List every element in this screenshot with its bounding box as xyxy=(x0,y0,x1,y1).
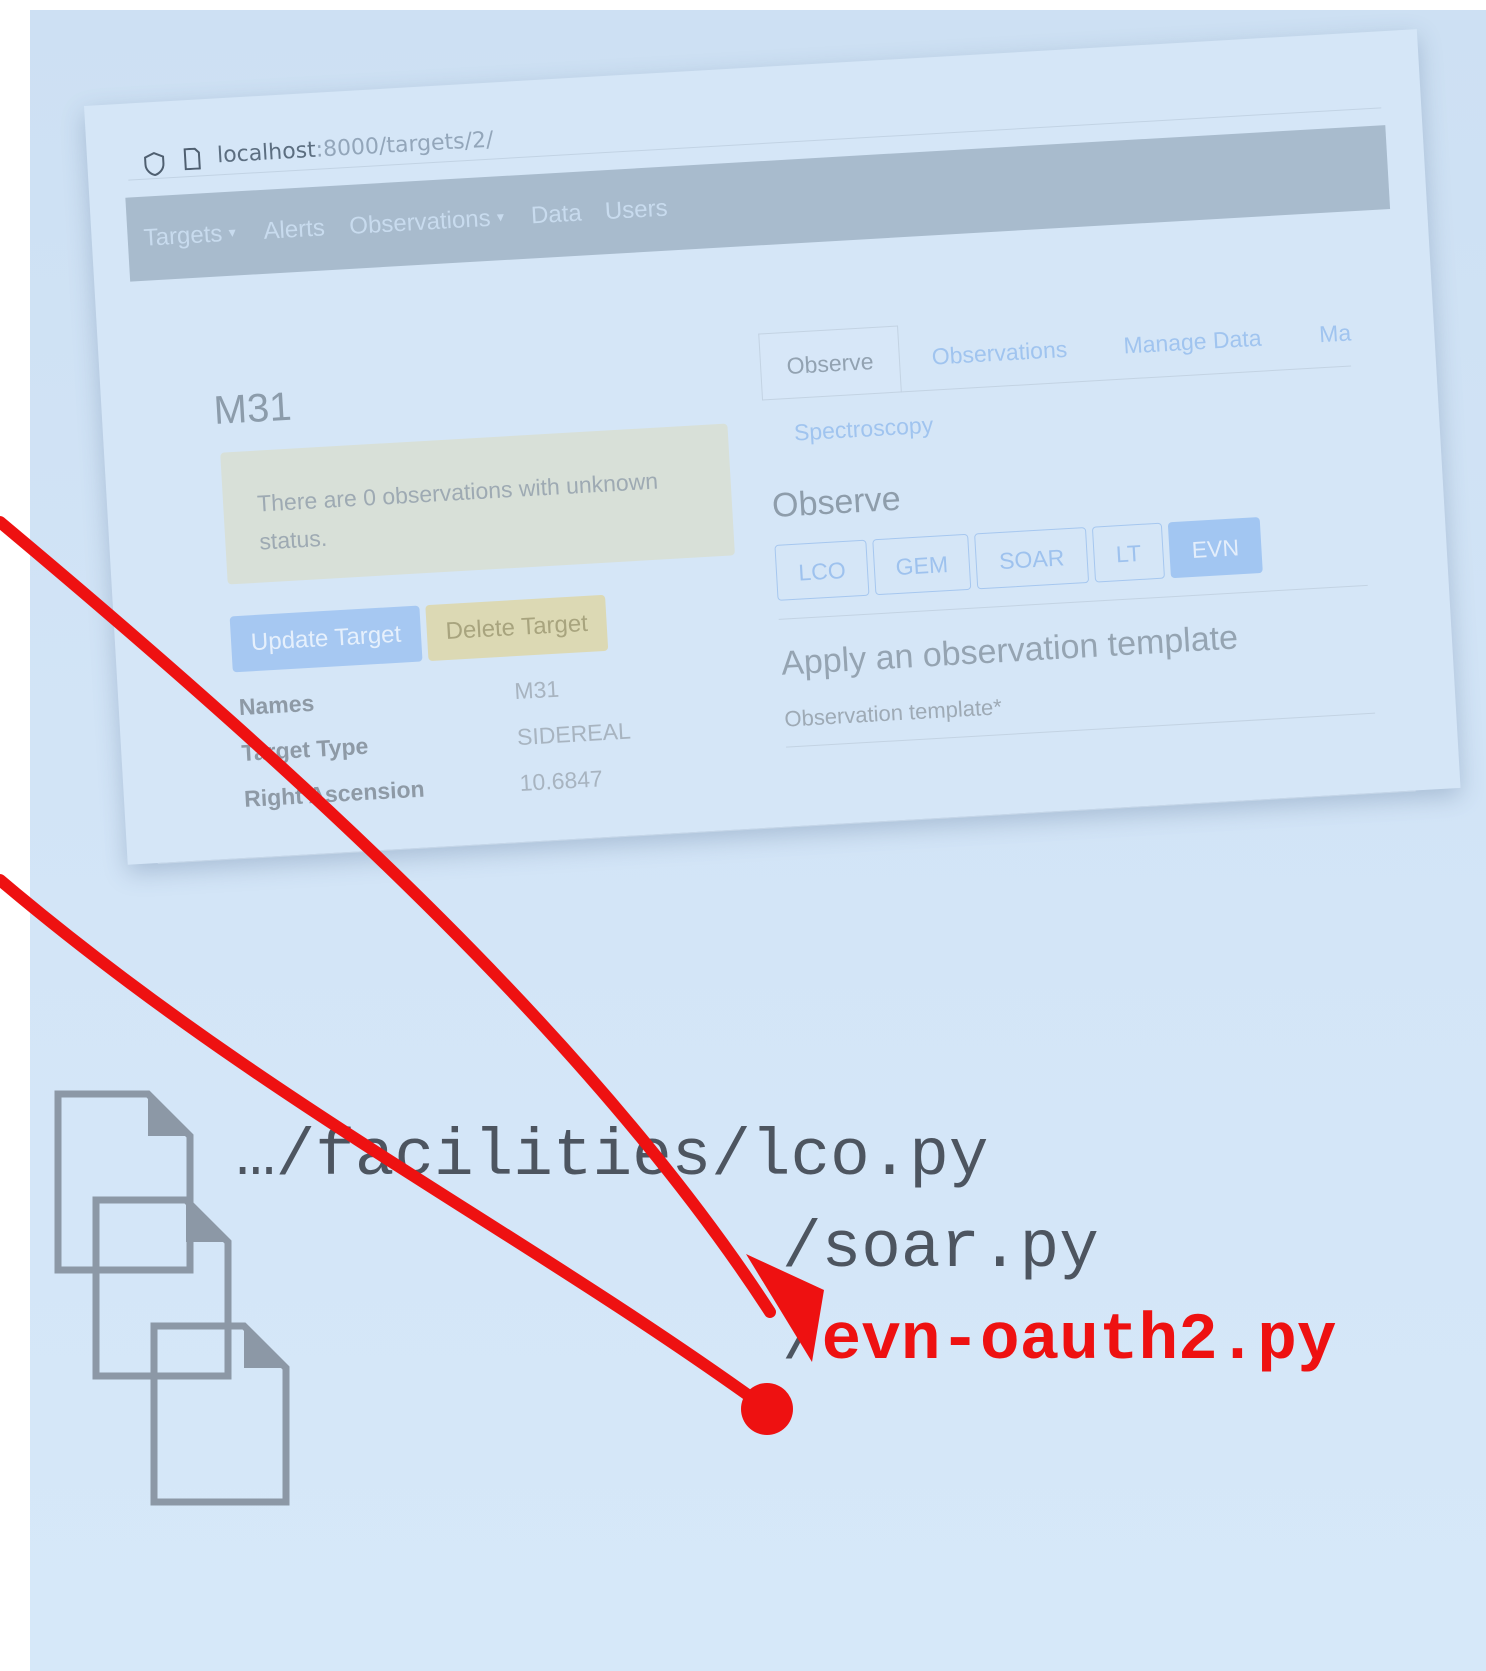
arrowhead-icon xyxy=(746,1254,824,1362)
arrow-lco-to-soar xyxy=(0,516,776,1318)
arrow-endpoint-dot xyxy=(741,1383,793,1435)
arrows-overlay xyxy=(0,516,824,1435)
